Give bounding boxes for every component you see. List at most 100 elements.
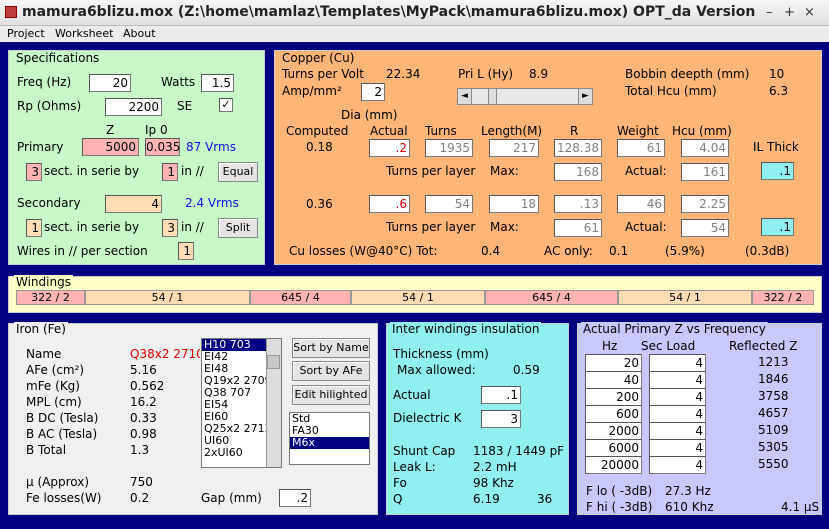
freq-input[interactable]: 20 — [89, 74, 131, 92]
il-thick-header: IL Thick — [753, 140, 799, 154]
primary-parallel-field[interactable]: 1 — [162, 163, 178, 181]
sec-load-input[interactable]: 4 — [649, 439, 706, 457]
sec-load-input[interactable]: 4 — [649, 371, 706, 389]
iron-title: Iron (Fe) — [14, 322, 68, 336]
iron-name-value: Q38x2 2710 — [130, 347, 200, 361]
turns-header: Turns — [425, 124, 457, 138]
menu-about[interactable]: About — [123, 27, 156, 40]
primary-weight-field: 61 — [617, 139, 665, 157]
sort-by-afe-button[interactable]: Sort by AFe — [292, 361, 370, 381]
gap-label: Gap (mm) — [201, 491, 262, 505]
mpl-value: 16.2 — [130, 395, 157, 409]
freq-hz-input[interactable]: 600 — [585, 405, 642, 423]
mpl-label: MPL (cm) — [26, 395, 82, 409]
winding-cell[interactable]: 54 / 1 — [618, 290, 752, 305]
fe-losses-label: Fe losses(W) — [26, 491, 102, 505]
slider-right-arrow-icon[interactable]: ► — [578, 89, 592, 104]
reflected-z-value: 5550 — [758, 457, 789, 471]
f-hi-label: F hi ( -3dB) — [586, 500, 653, 514]
gap-input[interactable]: .2 — [279, 489, 311, 507]
rp-input[interactable]: 2200 — [105, 98, 162, 116]
winding-cell[interactable]: 645 / 4 — [485, 290, 618, 305]
menu-project[interactable]: Project — [7, 27, 45, 40]
max-allowed-label: Max allowed: — [397, 363, 476, 377]
wires-field[interactable]: 1 — [178, 242, 194, 260]
winding-cell[interactable]: 322 / 2 — [752, 290, 814, 305]
freq-hz-input[interactable]: 200 — [585, 388, 642, 406]
primary-actual-dia-input[interactable]: .2 — [369, 139, 410, 157]
slider-left-arrow-icon[interactable]: ◄ — [458, 89, 472, 104]
primary-r-field: 128.38 — [554, 139, 602, 157]
edit-highlighted-button[interactable]: Edit hilighted — [292, 385, 370, 405]
secondary-sections-field[interactable]: 1 — [26, 219, 42, 237]
menu-worksheet[interactable]: Worksheet — [55, 27, 113, 40]
amp-input[interactable]: 2 — [361, 83, 385, 101]
f-lo-label: F lo ( -3dB) — [586, 484, 653, 498]
primary-computed-dia: 0.18 — [306, 140, 333, 154]
primary-label: Primary — [17, 140, 64, 154]
secondary-il-thick-input[interactable]: .1 — [761, 218, 794, 236]
watts-input[interactable]: 1.5 — [201, 74, 234, 92]
specifications-title: Specifications — [14, 51, 102, 65]
freq-hz-input[interactable]: 40 — [585, 371, 642, 389]
sort-by-name-button[interactable]: Sort by Name — [292, 338, 370, 358]
winding-cell[interactable]: 645 / 4 — [250, 290, 351, 305]
app-icon — [5, 6, 17, 18]
bobbin-value: 10 — [769, 67, 785, 81]
split-button[interactable]: Split — [218, 218, 258, 238]
sec-load-input[interactable]: 4 — [649, 388, 706, 406]
bobbin-label: Bobbin deepth (mm) — [625, 67, 750, 81]
sec-load-input[interactable]: 4 — [649, 422, 706, 440]
sec-load-input[interactable]: 4 — [649, 405, 706, 423]
menu-bar: Project Worksheet About — [0, 26, 829, 42]
primary-max-field: 168 — [554, 163, 602, 181]
primary-turns-field: 1935 — [425, 139, 473, 157]
sec-load-header: Sec Load — [641, 339, 696, 353]
rise-time-value: 4.1 µS — [781, 500, 820, 514]
se-label: SE — [177, 99, 193, 113]
secondary-parallel-field[interactable]: 3 — [162, 219, 178, 237]
maximize-button[interactable]: + — [784, 5, 795, 20]
freq-hz-input[interactable]: 20000 — [585, 456, 642, 474]
amp-label: Amp/mm² — [282, 84, 342, 98]
material-listbox[interactable]: Std FA30 M6x — [289, 412, 370, 465]
se-checkbox[interactable]: ✓ — [219, 98, 233, 112]
secondary-max-label: Max: — [490, 220, 519, 234]
minimize-button[interactable]: – — [766, 5, 773, 20]
winding-cell[interactable]: 54 / 1 — [351, 290, 485, 305]
afe-value: 5.16 — [130, 363, 157, 377]
freq-hz-input[interactable]: 20 — [585, 354, 642, 372]
secondary-z-field[interactable]: 4 — [105, 195, 162, 213]
fo-value: 98 Khz — [473, 476, 514, 490]
insul-actual-label: Actual — [393, 388, 431, 402]
primary-max-label: Max: — [490, 164, 519, 178]
pril-value: 8.9 — [529, 67, 549, 81]
core-listbox[interactable]: H10 703 EI42 EI48 Q19x2 2709 Q38 707 EI5… — [201, 338, 282, 468]
mfe-label: mFe (Kg) — [26, 379, 80, 393]
freq-hz-input[interactable]: 6000 — [585, 439, 642, 457]
sec-load-input[interactable]: 4 — [649, 456, 706, 474]
close-button[interactable]: × — [804, 5, 815, 20]
frequency-title: Actual Primary Z vs Frequency — [581, 322, 768, 336]
winding-cell[interactable]: 54 / 1 — [85, 290, 250, 305]
dielectric-input[interactable]: 3 — [481, 410, 521, 428]
slider-thumb[interactable] — [488, 89, 497, 104]
secondary-hcu-field: 2.25 — [681, 195, 729, 213]
sec-load-input[interactable]: 4 — [649, 354, 706, 372]
primary-z-field[interactable]: 5000 — [82, 138, 139, 156]
reflected-z-value: 1846 — [758, 372, 789, 386]
equal-button[interactable]: Equal — [218, 162, 258, 182]
shunt-cap-label: Shunt Cap — [393, 444, 456, 458]
primary-sections-field[interactable]: 3 — [26, 163, 42, 181]
secondary-actual-dia-input[interactable]: .6 — [369, 195, 410, 213]
primary-il-thick-input[interactable]: .1 — [761, 162, 794, 180]
f-hi-value: 610 Khz — [665, 500, 714, 514]
scroll-thumb[interactable] — [267, 355, 280, 369]
insul-actual-input[interactable]: .1 — [481, 386, 521, 404]
winding-cell[interactable]: 322 / 2 — [16, 290, 85, 305]
amp-slider[interactable]: ◄ ► — [457, 88, 593, 105]
material-item[interactable]: M6x — [290, 437, 369, 449]
leak-value: 2.2 mH — [473, 460, 517, 474]
freq-hz-input[interactable]: 2000 — [585, 422, 642, 440]
secondary-length-field: 18 — [489, 195, 539, 213]
